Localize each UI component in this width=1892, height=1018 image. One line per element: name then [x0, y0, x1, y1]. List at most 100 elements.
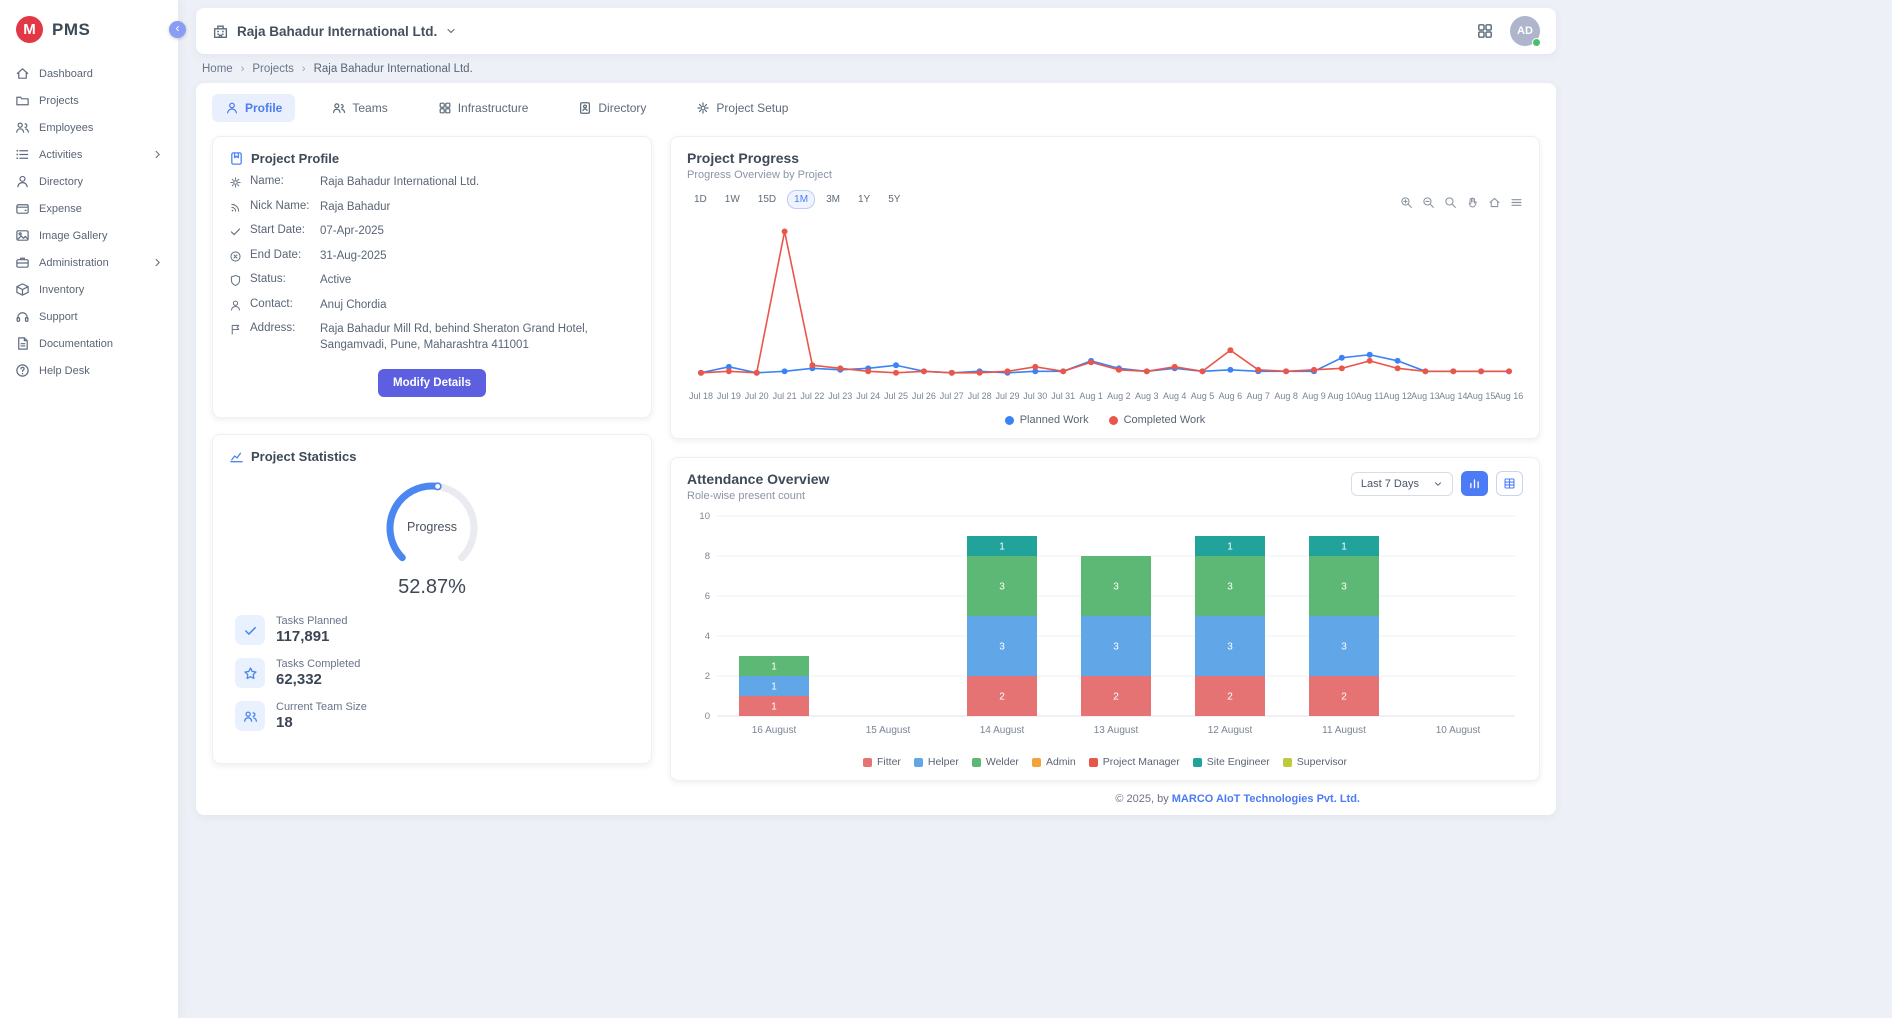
- svg-text:Jul 18: Jul 18: [689, 391, 713, 401]
- svg-text:Aug 13: Aug 13: [1411, 391, 1439, 401]
- svg-text:Jul 19: Jul 19: [717, 391, 741, 401]
- app-logo[interactable]: M PMS: [0, 0, 178, 56]
- sidebar-item-label: Image Gallery: [39, 230, 107, 242]
- tab-teams[interactable]: Teams: [319, 94, 400, 122]
- range-1d-button[interactable]: 1D: [687, 190, 714, 209]
- tab-project-setup[interactable]: Project Setup: [683, 94, 801, 122]
- date-range-select[interactable]: Last 7 Days: [1351, 472, 1453, 496]
- legend-fitter[interactable]: Fitter: [863, 756, 901, 768]
- sidebar-item-documentation[interactable]: Documentation: [0, 330, 178, 357]
- legend-admin[interactable]: Admin: [1032, 756, 1076, 768]
- legend-label: Planned Work: [1020, 414, 1089, 426]
- svg-text:Jul 25: Jul 25: [884, 391, 908, 401]
- breadcrumb-home[interactable]: Home: [202, 63, 233, 75]
- tab-label: Teams: [352, 101, 387, 115]
- tab-directory[interactable]: Directory: [565, 94, 659, 122]
- sidebar-collapse-button[interactable]: ‹: [169, 21, 186, 38]
- range-1m-button[interactable]: 1M: [787, 190, 815, 209]
- menu-icon[interactable]: [1510, 196, 1523, 209]
- company-switcher[interactable]: Raja Bahadur International Ltd.: [212, 23, 457, 40]
- svg-text:Aug 11: Aug 11: [1356, 391, 1384, 401]
- legend-project-manager[interactable]: Project Manager: [1089, 756, 1180, 768]
- stat-value: 117,891: [276, 628, 348, 645]
- avatar-initials: AD: [1517, 25, 1533, 37]
- legend-site-engineer[interactable]: Site Engineer: [1193, 756, 1270, 768]
- svg-text:Aug 14: Aug 14: [1439, 391, 1467, 401]
- legend-swatch: [1089, 758, 1098, 767]
- range-1w-button[interactable]: 1W: [718, 190, 747, 209]
- field-value: Raja Bahadur International Ltd.: [320, 175, 635, 191]
- svg-text:Jul 29: Jul 29: [996, 391, 1020, 401]
- pan-hand-icon[interactable]: [1466, 196, 1479, 209]
- table-view-toggle[interactable]: [1496, 471, 1523, 496]
- svg-text:2: 2: [1227, 692, 1233, 703]
- svg-text:1: 1: [1227, 542, 1233, 553]
- sidebar-item-employees[interactable]: Employees: [0, 114, 178, 141]
- sidebar-item-administration[interactable]: Administration: [0, 249, 178, 276]
- progress-line-chart: Jul 18Jul 19Jul 20Jul 21Jul 22Jul 23Jul …: [687, 213, 1523, 411]
- company-link[interactable]: MARCO AIoT Technologies Pvt. Ltd.: [1172, 793, 1360, 805]
- check-icon: [229, 224, 242, 238]
- range-1y-button[interactable]: 1Y: [851, 190, 877, 209]
- sidebar-item-activities[interactable]: Activities: [0, 141, 178, 168]
- legend-dot: [1109, 416, 1118, 425]
- legend-completed-work[interactable]: Completed Work: [1109, 414, 1206, 426]
- users-icon: [15, 120, 30, 135]
- time-range-selector: 1D 1W 15D 1M 3M 1Y 5Y: [687, 190, 907, 209]
- shield-icon: [229, 273, 242, 287]
- field-label: Contact:: [250, 298, 312, 310]
- bar-view-toggle[interactable]: [1461, 471, 1488, 496]
- gauge-percentage: 52.87%: [229, 576, 635, 599]
- person-icon: [225, 101, 239, 115]
- zoom-in-icon[interactable]: [1400, 196, 1413, 209]
- people-icon: [332, 101, 346, 115]
- gear-icon: [229, 175, 242, 189]
- sidebar-item-dashboard[interactable]: Dashboard: [0, 60, 178, 87]
- svg-text:11 August: 11 August: [1322, 725, 1366, 736]
- sidebar-item-label: Activities: [39, 149, 82, 161]
- svg-text:4: 4: [705, 631, 710, 642]
- svg-text:12 August: 12 August: [1208, 725, 1253, 736]
- chevron-down-icon: [445, 25, 457, 37]
- sidebar-item-directory[interactable]: Directory: [0, 168, 178, 195]
- sidebar-item-projects[interactable]: Projects: [0, 87, 178, 114]
- sidebar-item-inventory[interactable]: Inventory: [0, 276, 178, 303]
- person-icon: [229, 298, 242, 312]
- sidebar-item-image-gallery[interactable]: Image Gallery: [0, 222, 178, 249]
- zoom-out-icon[interactable]: [1422, 196, 1435, 209]
- sidebar-item-label: Support: [39, 311, 78, 323]
- field-address: Address: Raja Bahadur Mill Rd, behind Sh…: [229, 322, 635, 353]
- range-3m-button[interactable]: 3M: [819, 190, 847, 209]
- range-5y-button[interactable]: 5Y: [881, 190, 907, 209]
- avatar[interactable]: AD: [1510, 16, 1540, 46]
- folder-icon: [15, 93, 30, 108]
- legend-planned-work[interactable]: Planned Work: [1005, 414, 1089, 426]
- legend-label: Site Engineer: [1207, 756, 1270, 768]
- legend-swatch: [1032, 758, 1041, 767]
- legend-supervisor[interactable]: Supervisor: [1283, 756, 1347, 768]
- box-icon: [15, 282, 30, 297]
- modify-details-button[interactable]: Modify Details: [378, 369, 486, 397]
- breadcrumb-separator-icon: ›: [302, 63, 306, 75]
- apps-grid-icon[interactable]: [1476, 22, 1494, 40]
- range-15d-button[interactable]: 15D: [751, 190, 783, 209]
- box-zoom-icon[interactable]: [1444, 196, 1457, 209]
- sidebar-item-help-desk[interactable]: Help Desk: [0, 357, 178, 384]
- sidebar-item-expense[interactable]: Expense: [0, 195, 178, 222]
- tab-profile[interactable]: Profile: [212, 94, 295, 122]
- online-status-dot: [1532, 38, 1541, 47]
- tab-label: Profile: [245, 101, 282, 115]
- reset-home-icon[interactable]: [1488, 196, 1501, 209]
- tab-infrastructure[interactable]: Infrastructure: [425, 94, 542, 122]
- sidebar-item-support[interactable]: Support: [0, 303, 178, 330]
- main-area: Raja Bahadur International Ltd. AD Home …: [178, 0, 1892, 1018]
- breadcrumb-projects[interactable]: Projects: [252, 63, 294, 75]
- flag-icon: [229, 322, 242, 336]
- list-icon: [15, 147, 30, 162]
- legend-welder[interactable]: Welder: [972, 756, 1019, 768]
- svg-text:Jul 30: Jul 30: [1023, 391, 1047, 401]
- legend-label: Completed Work: [1124, 414, 1206, 426]
- image-icon: [15, 228, 30, 243]
- svg-text:8: 8: [705, 551, 710, 562]
- legend-helper[interactable]: Helper: [914, 756, 959, 768]
